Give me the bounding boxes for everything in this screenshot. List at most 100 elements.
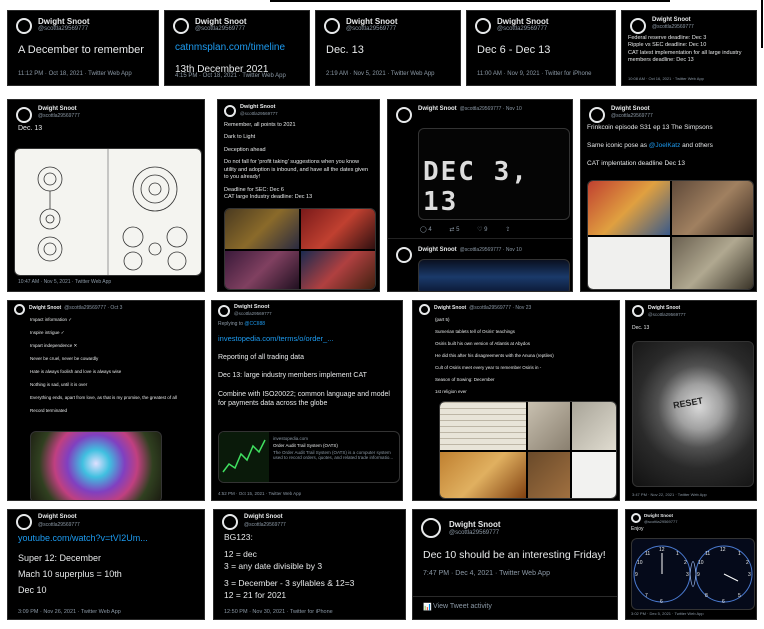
avatar[interactable] bbox=[16, 107, 32, 123]
avatar[interactable] bbox=[475, 18, 491, 34]
avatar[interactable] bbox=[222, 514, 238, 530]
tweet-image[interactable] bbox=[588, 237, 670, 289]
tweet-image[interactable] bbox=[528, 402, 570, 450]
tweet-image[interactable] bbox=[672, 237, 753, 289]
tweet-17[interactable]: Dwight Snoot @scottla29569777 Enjoy 12 11… bbox=[625, 509, 757, 620]
author-handle[interactable]: @scottla29569777 bbox=[38, 522, 80, 528]
tweet-meta[interactable]: 7:47 PM · Dec 4, 2021 · Twitter Web App bbox=[413, 570, 617, 577]
tweet-7[interactable]: Dwight Snoot @scottla29569777 Remember, a… bbox=[217, 99, 380, 292]
avatar[interactable] bbox=[173, 18, 189, 34]
author-name[interactable]: Dwight Snoot @scottla29569777 · Nov 10 bbox=[418, 106, 522, 112]
author-handle[interactable]: @scottla29569777 bbox=[611, 113, 653, 119]
avatar[interactable] bbox=[218, 305, 230, 317]
tweet-meta[interactable]: 3:09 PM · Nov 26, 2021 · Twitter Web App bbox=[8, 609, 131, 615]
avatar[interactable] bbox=[630, 18, 646, 34]
tweet-meta[interactable]: 4:52 PM · Oct 15, 2021 · Twitter Web App bbox=[212, 491, 307, 496]
tweet-meta[interactable]: 10:47 AM · Nov 5, 2021 · Twitter Web App bbox=[8, 279, 121, 285]
tweet-14[interactable]: Dwight Snoot @scottla29569777 youtube.com… bbox=[7, 509, 205, 620]
share-icon[interactable]: ⇪ bbox=[505, 227, 510, 233]
author-handle[interactable]: @scottla29569777 bbox=[38, 26, 88, 32]
tweet-meta[interactable]: 3:02 PM · Dec 5, 2021 · Twitter Web App bbox=[626, 611, 709, 616]
tweet-meta[interactable]: 11:12 PM · Oct 18, 2021 · Twitter Web Ap… bbox=[8, 71, 142, 77]
tweet-link[interactable]: catnmsplan.com/timeline bbox=[175, 41, 299, 55]
mention-link[interactable]: @JoelKatz bbox=[649, 142, 681, 149]
avatar[interactable] bbox=[14, 304, 25, 315]
tweet-3[interactable]: Dwight Snoot @scottla29569777 Dec. 13 2:1… bbox=[315, 10, 461, 86]
tweet-16[interactable]: Dwight Snoot @scottla29569777 Dec 10 shou… bbox=[412, 509, 618, 620]
author-handle[interactable]: @scottla29569777 bbox=[195, 26, 245, 32]
reply-mention[interactable]: @CCII88 bbox=[244, 321, 265, 327]
author-name[interactable]: Dwight Snoot @scottla29569777 · Oct 3 bbox=[29, 305, 122, 311]
author-handle[interactable]: @scottla29569777 bbox=[644, 519, 677, 524]
tweet-activity-bar[interactable]: 📊 View Tweet activity bbox=[413, 596, 617, 619]
reply-image[interactable] bbox=[418, 259, 570, 291]
author-name[interactable]: Dwight Snoot bbox=[38, 514, 77, 520]
tweet-image[interactable] bbox=[225, 251, 299, 289]
tweet-images-grid[interactable] bbox=[439, 401, 617, 499]
reset-button-image[interactable]: RESET bbox=[632, 341, 754, 487]
author-name[interactable]: Dwight Snoot bbox=[38, 17, 90, 26]
author-name[interactable]: Dwight Snoot bbox=[652, 17, 691, 23]
tweet-images-grid[interactable] bbox=[587, 180, 754, 290]
tweet-meta[interactable]: 3:47 PM · Nov 22, 2021 · Twitter Web App bbox=[626, 492, 713, 497]
author-name[interactable]: Dwight Snoot bbox=[195, 17, 247, 26]
tweet-image[interactable] bbox=[672, 181, 753, 235]
tweet-image[interactable] bbox=[301, 251, 375, 289]
avatar[interactable] bbox=[419, 304, 430, 315]
author-handle[interactable]: @scottla29569777 bbox=[648, 312, 686, 317]
avatar[interactable] bbox=[396, 107, 412, 123]
author-name[interactable]: Dwight Snoot bbox=[244, 514, 283, 520]
avatar[interactable] bbox=[16, 514, 32, 530]
link-card[interactable]: investopedia.com Order Audit Trail Syste… bbox=[218, 431, 400, 483]
author-name[interactable]: Dwight Snoot @scottla29569777 · Nov 23 bbox=[434, 305, 531, 311]
tweet-link[interactable]: investopedia.com/terms/o/order_... bbox=[218, 334, 396, 344]
author-name[interactable]: Dwight Snoot bbox=[240, 104, 275, 110]
tweet-5[interactable]: Dwight Snoot @scottla29569777 Federal res… bbox=[621, 10, 757, 86]
clocks-image[interactable]: 12 11 1 10 2 9 3 7 6 12 11 1 10 2 9 3 8 … bbox=[631, 538, 755, 610]
tweet-meta[interactable]: 10:08 AM · Oct 16, 2021 · Twitter Web Ap… bbox=[622, 76, 710, 81]
avatar[interactable] bbox=[589, 107, 605, 123]
view-activity-link[interactable]: View Tweet activity bbox=[433, 603, 492, 610]
tweet-image[interactable] bbox=[440, 402, 526, 450]
tweet-meta[interactable]: 4:15 PM · Oct 18, 2021 · Twitter Web App bbox=[165, 73, 296, 79]
author-name[interactable]: Dwight Snoot bbox=[648, 305, 680, 311]
author-name[interactable]: Dwight Snoot bbox=[449, 520, 501, 529]
author-handle[interactable]: @scottla29569777 bbox=[449, 530, 499, 536]
tweet-images-grid[interactable] bbox=[224, 208, 376, 290]
author-handle[interactable]: @scottla29569777 bbox=[240, 111, 278, 116]
author-name[interactable]: Dwight Snoot bbox=[497, 17, 549, 26]
author-name[interactable]: Dwight Snoot bbox=[644, 513, 673, 518]
tweet-13[interactable]: Dwight Snoot @scottla29569777 Dec. 13 RES… bbox=[625, 300, 757, 501]
tweet-9[interactable]: Dwight Snoot @scottla29569777 Frinkcoin e… bbox=[580, 99, 757, 292]
tweet-image[interactable] bbox=[440, 452, 526, 498]
dec-image[interactable]: DEC 3, 13 bbox=[418, 128, 570, 220]
tweet-image[interactable] bbox=[528, 452, 570, 498]
tweet-meta[interactable]: 2:19 AM · Nov 5, 2021 · Twitter Web App bbox=[316, 71, 445, 77]
tweet-2[interactable]: Dwight Snoot @scottla29569777 catnmsplan.… bbox=[164, 10, 310, 86]
author-handle[interactable]: @scottla29569777 bbox=[652, 24, 694, 30]
author-name[interactable]: Dwight Snoot bbox=[611, 106, 650, 112]
avatar[interactable] bbox=[16, 18, 32, 34]
tweet-meta[interactable]: 12:50 PM · Nov 30, 2021 · Twitter for iP… bbox=[214, 609, 343, 615]
author-handle[interactable]: @scottla29569777 bbox=[346, 26, 396, 32]
avatar[interactable] bbox=[631, 513, 641, 523]
author-handle[interactable]: @scottla29569777 bbox=[38, 113, 80, 119]
tweet-link[interactable]: youtube.com/watch?v=tVI2Um... bbox=[18, 532, 194, 544]
tweet-15[interactable]: Dwight Snoot @scottla29569777 BG123: 12 =… bbox=[213, 509, 406, 620]
psychedelic-image[interactable] bbox=[30, 431, 162, 500]
tweet-8[interactable]: Dwight Snoot @scottla29569777 · Nov 10 DE… bbox=[387, 99, 573, 292]
author-handle[interactable]: @scottla29569777 bbox=[244, 522, 286, 528]
tweet-6[interactable]: Dwight Snoot @scottla29569777 Dec. 13 10:… bbox=[7, 99, 205, 292]
author-handle[interactable]: @scottla29569777 bbox=[234, 311, 272, 316]
patent-drawings-image[interactable] bbox=[14, 148, 202, 276]
author-name[interactable]: Dwight Snoot bbox=[346, 17, 398, 26]
tweet-10[interactable]: Dwight Snoot @scottla29569777 · Oct 3 Imp… bbox=[7, 300, 205, 501]
tweet-meta[interactable]: 11:00 AM · Nov 9, 2021 · Twitter for iPh… bbox=[467, 71, 602, 77]
avatar[interactable] bbox=[396, 247, 412, 263]
author-name[interactable]: Dwight Snoot bbox=[234, 304, 269, 310]
avatar[interactable] bbox=[324, 18, 340, 34]
avatar[interactable] bbox=[632, 305, 644, 317]
tweet-image[interactable] bbox=[225, 209, 299, 249]
tweet-1[interactable]: Dwight Snoot @scottla29569777 A December … bbox=[7, 10, 159, 86]
author-name[interactable]: Dwight Snoot bbox=[38, 106, 77, 112]
